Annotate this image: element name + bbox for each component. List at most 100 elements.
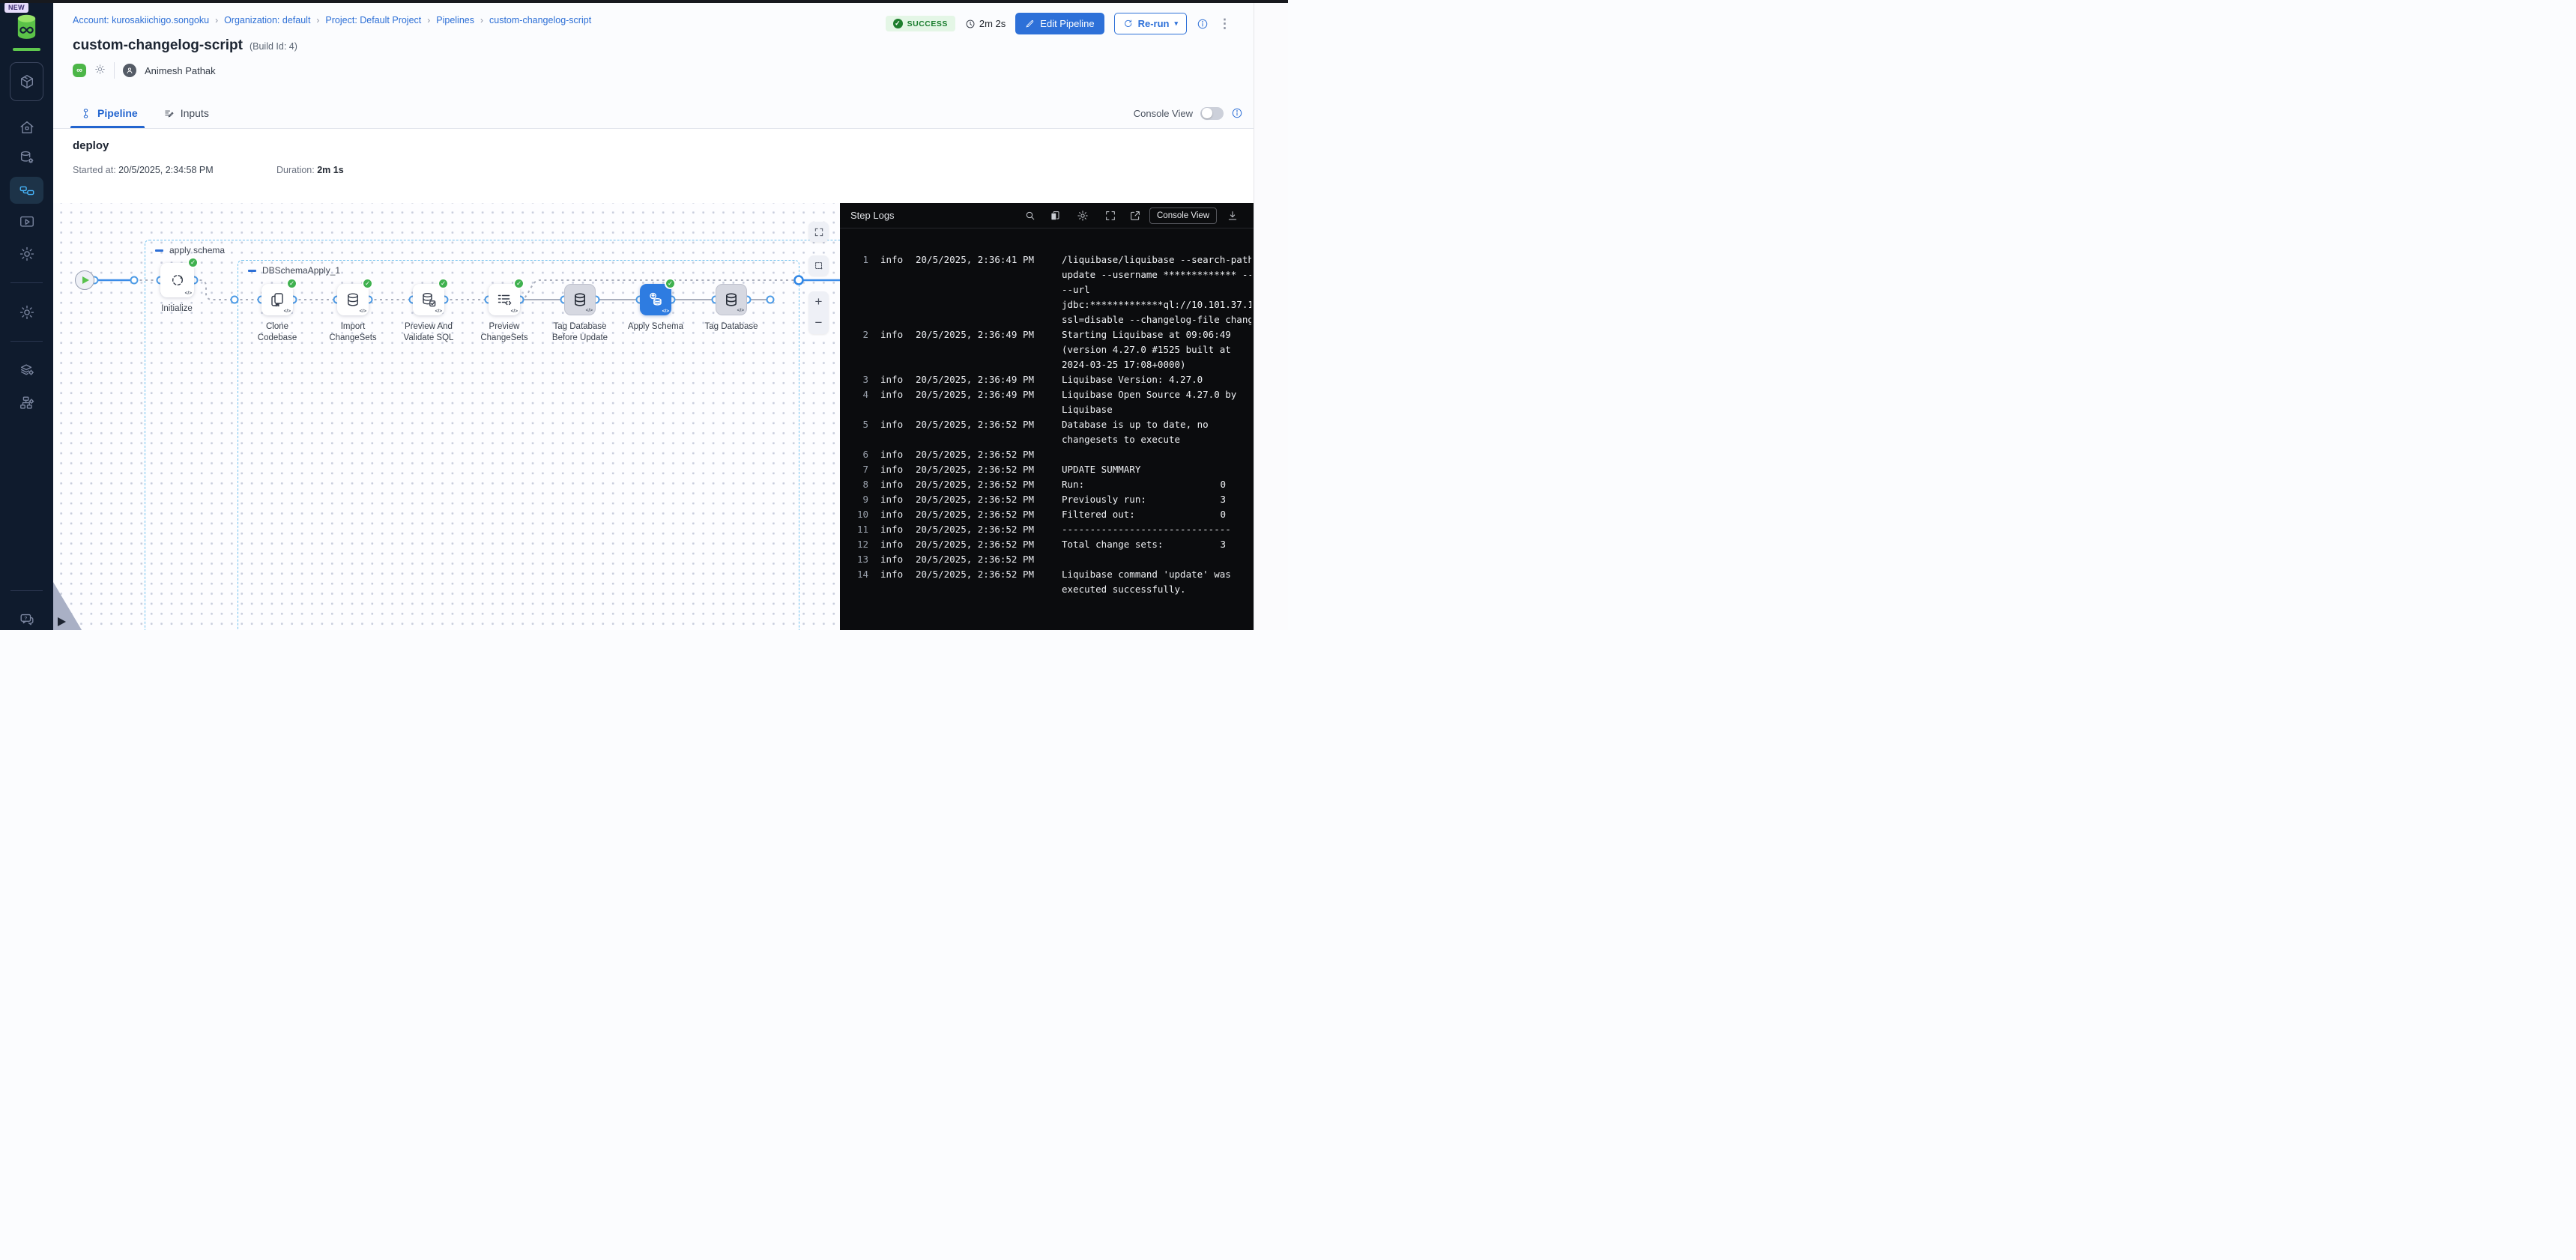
step-node-tag-database-before-update[interactable]: </> xyxy=(564,284,596,315)
log-line: update --username ************* --pa xyxy=(840,267,1254,282)
download-icon[interactable] xyxy=(1227,210,1239,222)
breadcrumb-separator: › xyxy=(316,15,319,25)
log-line: 12info20/5/2025, 2:36:52 PMTotal change … xyxy=(840,537,1254,552)
step-node-apply-schema[interactable]: </> xyxy=(640,284,671,315)
success-check-icon: ✓ xyxy=(187,257,199,268)
step-node-preview-changesets[interactable]: </> xyxy=(489,284,520,315)
refresh-icon xyxy=(169,271,187,289)
page-title: custom-changelog-script xyxy=(73,37,243,54)
search-icon[interactable] xyxy=(1024,210,1036,222)
stage-started-at: Started at: 20/5/2025, 2:34:58 PM xyxy=(73,165,214,175)
breadcrumb-item[interactable]: Organization: default xyxy=(224,15,310,25)
sidebar-item-database-instances[interactable] xyxy=(0,148,53,166)
breadcrumb-item[interactable]: Account: kurosakiichigo.songoku xyxy=(73,15,209,25)
executions-icon xyxy=(19,213,35,230)
fit-to-screen-button[interactable] xyxy=(808,222,829,242)
connector-status-icon: ∞ xyxy=(73,64,86,77)
divider xyxy=(114,62,115,79)
more-options-menu[interactable]: ⋮ xyxy=(1218,20,1231,28)
pipeline-tab-icon xyxy=(80,108,91,119)
elapsed-time: 2m 2s xyxy=(965,18,1006,29)
chevron-down-icon: ▾ xyxy=(1174,19,1178,28)
zoom-in-button[interactable]: + xyxy=(808,291,829,312)
log-line: 4info20/5/2025, 2:36:49 PMLiquibase Open… xyxy=(840,387,1254,402)
log-line: 8info20/5/2025, 2:36:52 PMRun:0 xyxy=(840,477,1254,492)
apply-schema-icon xyxy=(647,291,665,309)
layers-gear-icon xyxy=(19,362,35,378)
tab-bar: Pipeline Inputs Console View xyxy=(53,97,1254,129)
log-value: 0 xyxy=(1218,507,1226,522)
breadcrumb-item[interactable]: Pipelines xyxy=(436,15,474,25)
log-output[interactable]: 1info20/5/2025, 2:36:41 PM/liquibase/liq… xyxy=(840,252,1254,630)
sidebar-item-executions[interactable] xyxy=(0,213,53,231)
zoom-out-button[interactable]: − xyxy=(808,312,829,333)
tab-inputs[interactable]: Inputs xyxy=(163,107,209,119)
success-check-icon: ✓ xyxy=(362,278,373,289)
trigger-author: Animesh Pathak xyxy=(145,65,216,76)
expand-triangle-icon xyxy=(58,617,66,626)
changelog-icon xyxy=(495,291,513,309)
clock-icon xyxy=(965,19,976,29)
step-node-initialize[interactable]: </> xyxy=(160,263,194,297)
tab-pipeline[interactable]: Pipeline xyxy=(80,107,138,119)
log-line: 6info20/5/2025, 2:36:52 PM xyxy=(840,447,1254,462)
sidebar-item-org-structure[interactable] xyxy=(0,394,53,412)
pipeline-icon xyxy=(19,182,35,199)
code-tag: </> xyxy=(662,309,669,314)
refresh-icon xyxy=(1123,19,1133,28)
stage-summary: deploy Started at: 20/5/2025, 2:34:58 PM… xyxy=(53,129,1254,203)
breadcrumb-separator: › xyxy=(427,15,430,25)
stage-duration: Duration: 2m 1s xyxy=(276,165,344,175)
console-view-button[interactable]: Console View xyxy=(1149,208,1217,224)
log-line: executed successfully. xyxy=(840,582,1254,597)
console-view-label: Console View xyxy=(1134,108,1193,119)
left-sidebar: NEW ? xyxy=(0,0,53,630)
log-value: 0 xyxy=(1218,477,1226,492)
breadcrumb-item[interactable]: custom-changelog-script xyxy=(489,15,591,25)
open-in-new-icon[interactable] xyxy=(1129,210,1141,222)
settings-icon[interactable] xyxy=(1077,210,1089,222)
step-node-clone-codebase[interactable]: </> xyxy=(261,284,293,315)
marquee-select-button[interactable] xyxy=(808,255,829,276)
svg-text:?: ? xyxy=(24,616,27,621)
log-line: 7info20/5/2025, 2:36:52 PMUPDATE SUMMARY xyxy=(840,462,1254,477)
step-node-tag-database[interactable]: </> xyxy=(716,284,747,315)
edit-pipeline-button[interactable]: Edit Pipeline xyxy=(1015,13,1104,34)
step-label: Tag DatabaseBefore Update xyxy=(544,321,616,344)
fullscreen-icon[interactable] xyxy=(1104,210,1116,222)
breadcrumb-item[interactable]: Project: Default Project xyxy=(325,15,421,25)
log-line: 5info20/5/2025, 2:36:52 PMDatabase is up… xyxy=(840,417,1254,432)
console-view-info-icon[interactable] xyxy=(1231,107,1243,119)
log-line: changesets to execute xyxy=(840,432,1254,447)
sidebar-item-module-box[interactable] xyxy=(10,62,43,101)
info-icon[interactable] xyxy=(1197,18,1209,30)
copy-icon[interactable] xyxy=(1049,210,1061,222)
log-line: 13info20/5/2025, 2:36:52 PM xyxy=(840,552,1254,567)
pipeline-settings-gear-icon[interactable] xyxy=(94,64,106,78)
db-devops-logo-icon[interactable] xyxy=(13,12,40,42)
check-circle-icon: ✓ xyxy=(893,19,903,28)
step-node-import-changesets[interactable]: </> xyxy=(337,284,369,315)
sidebar-item-home[interactable] xyxy=(0,118,53,136)
sidebar-item-help-chat[interactable]: ? xyxy=(0,610,53,629)
breadcrumb: Account: kurosakiichigo.songoku › Organiza… xyxy=(73,15,591,25)
step-label: Tag Database xyxy=(695,321,767,333)
log-line: 14info20/5/2025, 2:36:52 PMLiquibase com… xyxy=(840,567,1254,582)
sidebar-item-account-settings[interactable] xyxy=(0,303,53,321)
step-logs-title: Step Logs xyxy=(850,210,895,221)
cube-icon xyxy=(19,73,35,90)
sidebar-item-pipelines[interactable] xyxy=(10,177,43,204)
step-node-preview-and-validate-sql[interactable]: </> xyxy=(413,284,444,315)
pipeline-start-node[interactable] xyxy=(75,270,94,290)
page-scrollbar[interactable] xyxy=(1254,0,1288,630)
rerun-button[interactable]: Re-run ▾ xyxy=(1114,13,1187,34)
sidebar-item-environments[interactable] xyxy=(0,361,53,379)
sidebar-item-project-settings[interactable] xyxy=(0,245,53,263)
step-label: ImportChangeSets xyxy=(317,321,389,344)
log-line: 2024-03-25 17:08+0000) xyxy=(840,357,1254,372)
log-line: 10info20/5/2025, 2:36:52 PMFiltered out:… xyxy=(840,507,1254,522)
bottom-left-panel-handle[interactable] xyxy=(53,582,82,630)
log-line: Liquibase xyxy=(840,402,1254,417)
gear-icon xyxy=(19,304,35,321)
console-view-toggle[interactable] xyxy=(1200,107,1224,120)
